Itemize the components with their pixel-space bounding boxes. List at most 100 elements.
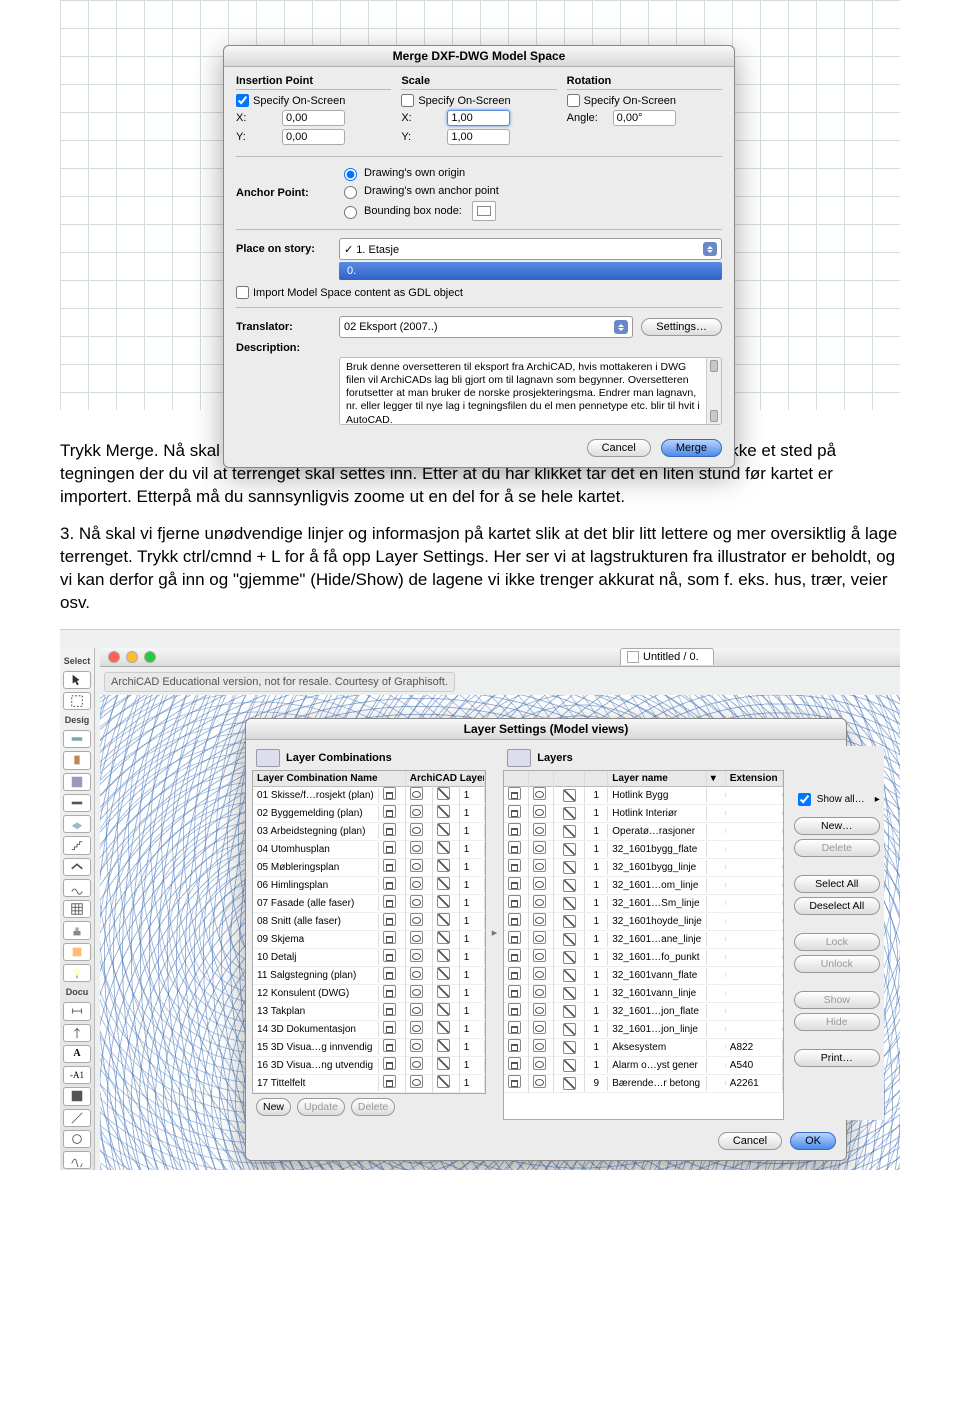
- column-tool-button[interactable]: [63, 773, 91, 791]
- wall-tool-button[interactable]: [63, 730, 91, 748]
- table-row[interactable]: 14 3D Dokumentasjon1: [253, 1021, 485, 1039]
- mesh-tool-button[interactable]: [63, 879, 91, 897]
- table-row[interactable]: 08 Snitt (alle faser)1: [253, 913, 485, 931]
- specify-scale-chk[interactable]: [401, 94, 414, 107]
- table-row[interactable]: 1Hotlink Bygg: [504, 787, 783, 805]
- curtain-wall-tool-button[interactable]: [63, 900, 91, 918]
- insertion-y-input[interactable]: [282, 129, 345, 145]
- close-window-icon[interactable]: [108, 651, 120, 663]
- table-row[interactable]: 02 Byggemelding (plan)1: [253, 805, 485, 823]
- table-row[interactable]: 10 Detalj1: [253, 949, 485, 967]
- table-row[interactable]: 132_1601…om_linje: [504, 877, 783, 895]
- table-row[interactable]: 132_1601hoyde_linje: [504, 913, 783, 931]
- cancel-button[interactable]: Cancel: [587, 439, 651, 457]
- table-row[interactable]: 07 Fasade (alle faser)1: [253, 895, 485, 913]
- anchor-bbox-radio[interactable]: Bounding box node:: [339, 201, 499, 221]
- lock-button[interactable]: Lock: [794, 933, 880, 951]
- table-row[interactable]: 16 3D Visua…ng utvendig1: [253, 1057, 485, 1075]
- table-row[interactable]: 11 Salgstegning (plan)1: [253, 967, 485, 985]
- layer-delete-button[interactable]: Delete: [794, 839, 880, 857]
- layer-combos-table[interactable]: Layer Combination Name ArchiCAD Layer 01…: [252, 770, 486, 1094]
- table-row[interactable]: 1Hotlink Interiør: [504, 805, 783, 823]
- table-row[interactable]: 01 Skisse/f…rosjekt (plan)1: [253, 787, 485, 805]
- lc-new-button[interactable]: New: [256, 1098, 291, 1116]
- line-tool-button[interactable]: [63, 1109, 91, 1127]
- layers-table[interactable]: Layer name ▾ Extension 1Hotlink Bygg1Hot…: [503, 770, 784, 1120]
- layer-new-button[interactable]: New…: [794, 817, 880, 835]
- table-row[interactable]: 06 Himlingsplan1: [253, 877, 485, 895]
- tab-close-icon[interactable]: [627, 651, 639, 663]
- specify-rotation-chk[interactable]: [567, 94, 580, 107]
- specify-insertion-checkbox[interactable]: Specify On-Screen: [236, 94, 391, 107]
- object-tool-button[interactable]: [63, 921, 91, 939]
- lamp-tool-button[interactable]: [63, 964, 91, 982]
- ls-cancel-button[interactable]: Cancel: [718, 1132, 782, 1150]
- translator-popup[interactable]: 02 Eksport (2007..): [339, 316, 633, 338]
- table-row[interactable]: 132_1601bygg_flate: [504, 841, 783, 859]
- lc-delete-button[interactable]: Delete: [351, 1098, 395, 1116]
- table-row[interactable]: 1AksesystemA822: [504, 1039, 783, 1057]
- table-row[interactable]: 05 Møbleringsplan1: [253, 859, 485, 877]
- dimension-tool-button[interactable]: [63, 1002, 91, 1020]
- ls-ok-button[interactable]: OK: [790, 1132, 836, 1150]
- minimize-window-icon[interactable]: [126, 651, 138, 663]
- label-tool-button[interactable]: -A1: [63, 1066, 91, 1084]
- zone-tool-button[interactable]: [63, 943, 91, 961]
- table-row[interactable]: 132_1601vann_flate: [504, 967, 783, 985]
- table-row[interactable]: 132_1601…Sm_linje: [504, 895, 783, 913]
- table-row[interactable]: 9Bærende…r betongA2261: [504, 1075, 783, 1093]
- slab-tool-button[interactable]: [63, 815, 91, 833]
- scale-x-input[interactable]: [447, 110, 510, 126]
- table-row[interactable]: 132_1601…jon_flate: [504, 1003, 783, 1021]
- level-dim-tool-button[interactable]: [63, 1024, 91, 1042]
- panel-splitter[interactable]: ▸: [492, 746, 498, 1120]
- table-row[interactable]: 12 Konsulent (DWG)1: [253, 985, 485, 1003]
- table-row[interactable]: 1Alarm o…yst generA540: [504, 1057, 783, 1075]
- print-button[interactable]: Print…: [794, 1049, 880, 1067]
- table-row[interactable]: 1Operatø…rasjoner: [504, 823, 783, 841]
- hide-button[interactable]: Hide: [794, 1013, 880, 1031]
- show-button[interactable]: Show: [794, 991, 880, 1009]
- specify-scale-checkbox[interactable]: Specify On-Screen: [401, 94, 556, 107]
- table-row[interactable]: 132_1601bygg_linje: [504, 859, 783, 877]
- text-tool-button[interactable]: A: [63, 1045, 91, 1063]
- translator-settings-button[interactable]: Settings…: [641, 318, 722, 336]
- anchor-origin-radio[interactable]: Drawing's own origin: [339, 165, 499, 181]
- description-scrollbar[interactable]: [706, 358, 721, 424]
- table-row[interactable]: 132_1601vann_linje: [504, 985, 783, 1003]
- circle-tool-button[interactable]: [63, 1130, 91, 1148]
- zoom-window-icon[interactable]: [144, 651, 156, 663]
- deselect-all-button[interactable]: Deselect All: [794, 897, 880, 915]
- unlock-button[interactable]: Unlock: [794, 955, 880, 973]
- door-tool-button[interactable]: [63, 751, 91, 769]
- gdl-chk[interactable]: [236, 286, 249, 299]
- insertion-x-input[interactable]: [282, 110, 345, 126]
- table-row[interactable]: 15 3D Visua…g innvendig1: [253, 1039, 485, 1057]
- lc-update-button[interactable]: Update: [297, 1098, 345, 1116]
- arrow-tool-button[interactable]: [63, 671, 91, 689]
- gdl-checkbox[interactable]: Import Model Space content as GDL object: [236, 286, 722, 299]
- marquee-tool-button[interactable]: [63, 692, 91, 710]
- stair-tool-button[interactable]: [63, 836, 91, 854]
- table-row[interactable]: 132_1601…jon_linje: [504, 1021, 783, 1039]
- specify-rotation-checkbox[interactable]: Specify On-Screen: [567, 94, 722, 107]
- anchor-own-radio[interactable]: Drawing's own anchor point: [339, 183, 499, 199]
- table-row[interactable]: 132_1601…ane_linje: [504, 931, 783, 949]
- fill-tool-button[interactable]: [63, 1087, 91, 1105]
- specify-insertion-chk[interactable]: [236, 94, 249, 107]
- bbox-node-icon[interactable]: [472, 201, 496, 221]
- scale-y-input[interactable]: [447, 129, 510, 145]
- show-all-checkbox[interactable]: Show all…▸: [794, 790, 880, 813]
- spline-tool-button[interactable]: [63, 1151, 91, 1169]
- merge-button[interactable]: Merge: [661, 439, 722, 457]
- table-row[interactable]: 04 Utomhusplan1: [253, 841, 485, 859]
- roof-tool-button[interactable]: [63, 858, 91, 876]
- table-row[interactable]: 13 Takplan1: [253, 1003, 485, 1021]
- window-tab[interactable]: Untitled / 0.: [620, 648, 714, 665]
- select-all-button[interactable]: Select All: [794, 875, 880, 893]
- table-row[interactable]: 132_1601…fo_punkt: [504, 949, 783, 967]
- beam-tool-button[interactable]: [63, 794, 91, 812]
- story-popup[interactable]: ✓ 1. Etasje: [339, 238, 722, 260]
- rotation-angle-input[interactable]: [613, 110, 676, 126]
- table-row[interactable]: 17 Tittelfelt1: [253, 1075, 485, 1093]
